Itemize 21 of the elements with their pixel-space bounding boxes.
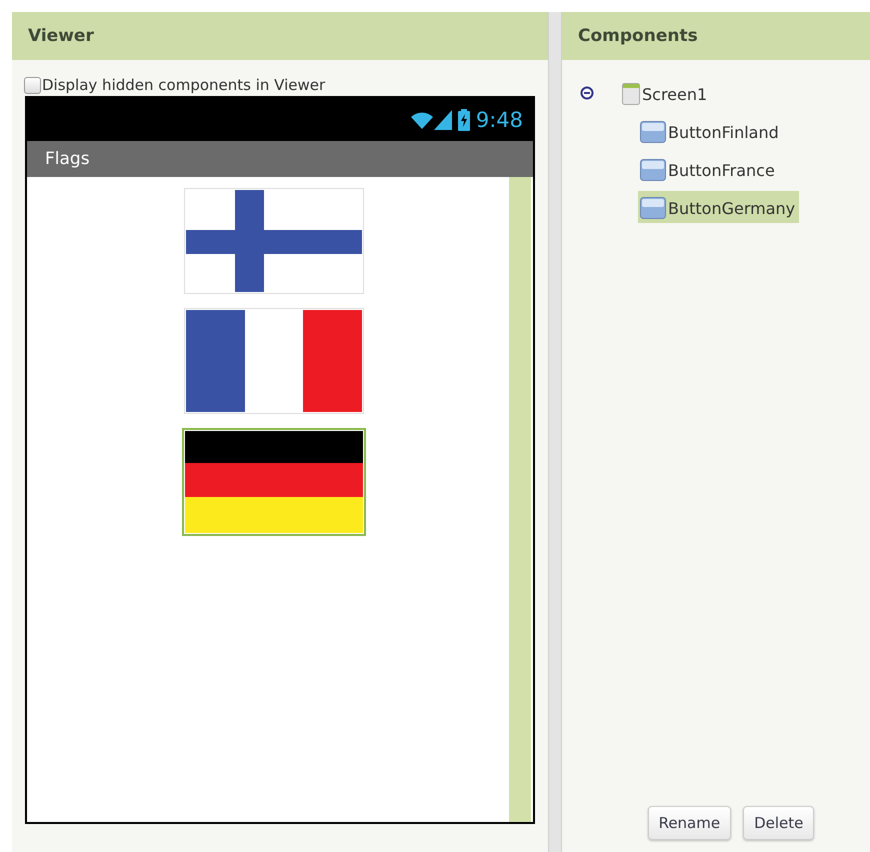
app-title: Flags <box>45 149 90 169</box>
button-icon <box>640 197 666 219</box>
signal-icon <box>434 110 452 130</box>
action-button[interactable]: Delete <box>743 806 814 840</box>
wifi-icon <box>410 110 434 130</box>
tree-item[interactable]: ButtonFinland <box>638 115 783 147</box>
action-button[interactable]: Rename <box>648 806 732 840</box>
screen-icon <box>622 83 640 105</box>
panel-header: Viewer <box>12 12 548 60</box>
tree-item[interactable]: Screen1 <box>620 77 712 109</box>
checkbox-label: Display hidden components in Viewer <box>42 76 326 94</box>
tree-item[interactable]: ButtonFrance <box>638 153 779 185</box>
panel-header: Components <box>562 12 870 60</box>
button-icon <box>640 159 666 181</box>
tree-item[interactable]: ButtonGermany <box>638 191 800 223</box>
collapse-icon[interactable] <box>580 86 594 100</box>
battery-icon <box>458 108 470 130</box>
checkbox[interactable] <box>24 76 41 94</box>
clock: 9:48 <box>476 108 523 132</box>
button-icon <box>640 121 666 143</box>
scrollbar[interactable] <box>509 177 531 822</box>
